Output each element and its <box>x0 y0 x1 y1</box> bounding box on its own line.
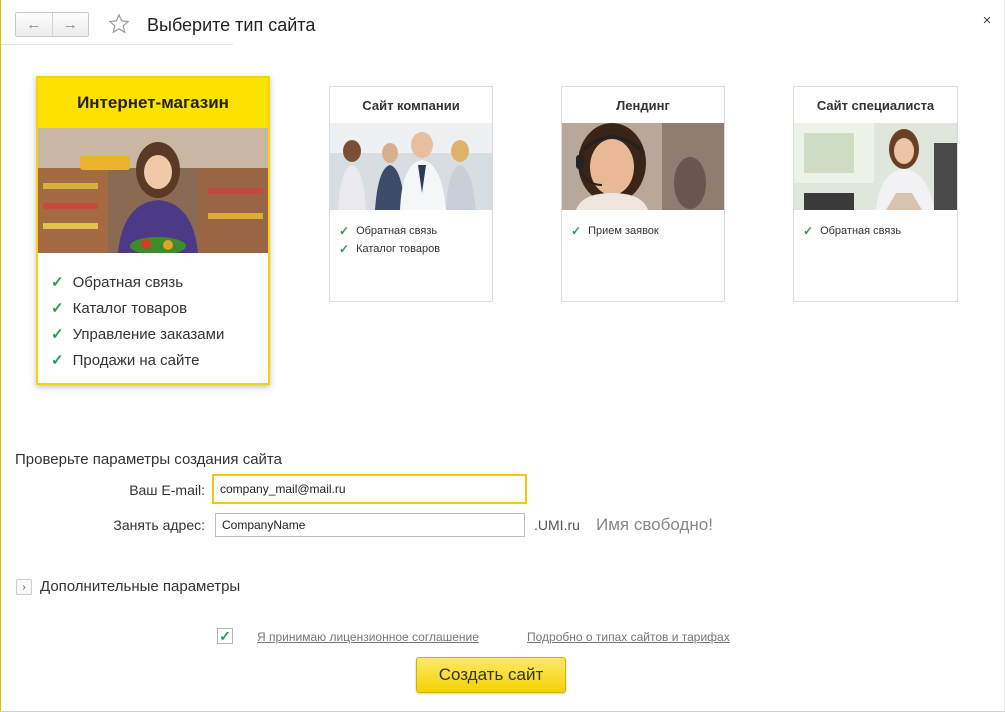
card-title: Сайт компании <box>362 97 460 113</box>
advanced-parameters-label[interactable]: Дополнительные параметры <box>40 578 240 595</box>
check-icon: ✓ <box>51 274 64 291</box>
card-specialist-site[interactable]: Сайт специалиста ✓ Обратная связь <box>793 86 958 302</box>
card-title: Сайт специалиста <box>816 97 935 113</box>
address-label: Занять адрес: <box>113 517 205 533</box>
feature-list: ✓ Обратная связь ✓ Каталог товаров ✓ Управл… <box>38 253 268 373</box>
forward-button[interactable]: → <box>51 13 89 36</box>
title-divider <box>1 44 233 45</box>
checkmark-icon: ✓ <box>219 628 231 644</box>
license-checkbox[interactable]: ✓ <box>217 628 233 644</box>
feature-list: ✓ Обратная связь <box>794 210 957 240</box>
create-site-button[interactable]: Создать сайт <box>416 657 566 693</box>
navigation-buttons: ← → <box>15 12 89 37</box>
check-icon: ✓ <box>339 242 350 256</box>
dialog-window: ← → Выберите тип сайта × Интернет-магази… <box>0 0 1005 712</box>
feature-list: ✓ Обратная связь ✓ Каталог товаров <box>330 210 492 258</box>
list-item: ✓ Обратная связь <box>803 224 902 238</box>
card-image-shopper <box>38 128 268 253</box>
list-item: ✓ Прием заявок <box>571 224 659 238</box>
close-button[interactable]: × <box>979 13 995 29</box>
card-image-specialist <box>794 123 957 210</box>
email-field[interactable] <box>212 474 527 504</box>
list-item: ✓ Обратная связь <box>51 273 184 292</box>
list-item: ✓ Обратная связь <box>339 224 438 238</box>
card-landing[interactable]: Лендинг ✓ Прием заявок <box>561 86 725 302</box>
check-icon: ✓ <box>51 352 64 369</box>
card-image-team <box>330 123 492 210</box>
check-icon: ✓ <box>339 224 350 238</box>
availability-status: Имя свободно! <box>596 515 713 534</box>
address-field[interactable] <box>215 513 525 537</box>
close-icon: × <box>982 12 992 29</box>
check-icon: ✓ <box>51 300 64 317</box>
email-label: Ваш E-mail: <box>129 482 205 498</box>
chevron-right-icon: › <box>22 581 26 593</box>
site-types-tariffs-link[interactable]: Подробно о типах сайтов и тарифах <box>527 630 730 644</box>
list-item: ✓ Управление заказами <box>51 325 225 344</box>
license-agreement-link[interactable]: Я принимаю лицензионное соглашение <box>257 630 479 644</box>
check-icon: ✓ <box>571 224 582 238</box>
section-title: Проверьте параметры создания сайта <box>15 451 282 468</box>
list-item: ✓ Каталог товаров <box>51 299 188 318</box>
list-item: ✓ Каталог товаров <box>339 242 441 256</box>
card-title: Лендинг <box>616 97 670 113</box>
star-icon <box>108 13 130 34</box>
card-title: Интернет-магазин <box>38 78 268 128</box>
domain-suffix: .UMI.ru <box>534 517 580 533</box>
arrow-right-icon: → <box>62 16 78 33</box>
favorite-button[interactable] <box>107 12 131 36</box>
arrow-left-icon: ← <box>26 16 42 33</box>
list-item: ✓ Продажи на сайте <box>51 351 200 370</box>
card-image-operator <box>562 123 724 210</box>
check-icon: ✓ <box>803 224 814 238</box>
card-company-site[interactable]: Сайт компании ✓ Обратная связь ✓ Каталог т… <box>329 86 493 302</box>
feature-list: ✓ Прием заявок <box>562 210 724 240</box>
check-icon: ✓ <box>51 326 64 343</box>
advanced-toggle-button[interactable]: › <box>16 579 32 595</box>
back-button[interactable]: ← <box>16 13 52 36</box>
page-title: Выберите тип сайта <box>147 15 316 35</box>
card-online-store[interactable]: Интернет-магазин ✓ Обратная связь ✓ Ката… <box>36 76 270 385</box>
